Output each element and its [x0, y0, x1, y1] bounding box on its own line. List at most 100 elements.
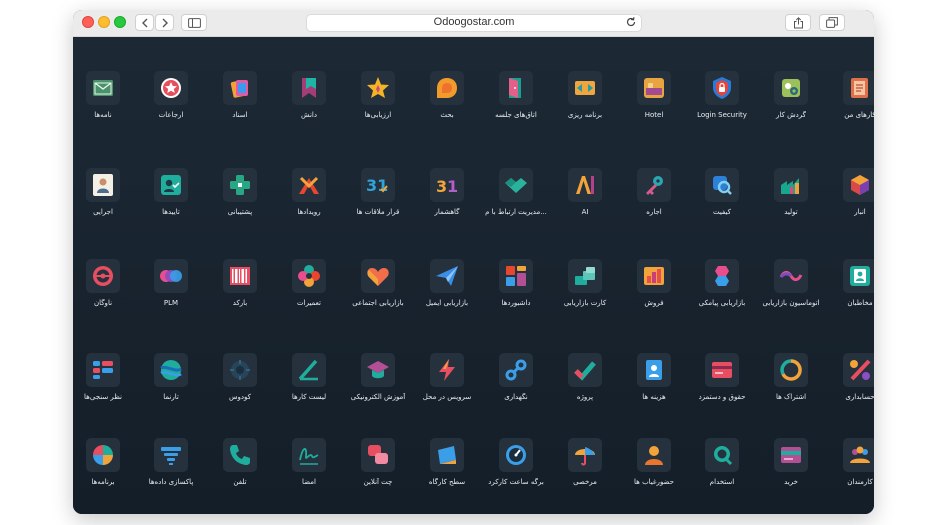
zoom-window-button[interactable] [114, 16, 126, 28]
app-tile-live-chat[interactable] [361, 438, 395, 472]
app-label[interactable]: آموزش الکترونیکی [340, 393, 416, 401]
app-label[interactable]: اتوماسیون بازاریابی [753, 299, 829, 307]
app-tile-payroll-card[interactable] [705, 353, 739, 387]
app-label[interactable]: کارهای من [822, 111, 874, 119]
app-tile-documents[interactable] [223, 71, 257, 105]
app-label[interactable]: مدیریت ارتباط با م... [478, 208, 554, 216]
app-tile-barcode[interactable] [223, 259, 257, 293]
app-label[interactable]: کودوس [202, 393, 278, 401]
app-label[interactable]: امضا [271, 478, 347, 486]
app-label[interactable]: سطح کارگاه [409, 478, 485, 486]
app-tile-email-paper-plane[interactable] [430, 259, 464, 293]
app-tile-employees-group[interactable] [843, 438, 874, 472]
app-tile-elearning-cap[interactable] [361, 353, 395, 387]
app-tile-website-globe[interactable] [154, 353, 188, 387]
app-tile-social-heart[interactable] [361, 259, 395, 293]
app-tile-dashboard-grid[interactable] [499, 259, 533, 293]
app-tile-fleet-steering-wheel[interactable] [86, 259, 120, 293]
app-tile-workflow-gear[interactable] [774, 71, 808, 105]
app-label[interactable]: پروژه [547, 393, 623, 401]
app-tile-crm-handshake[interactable] [499, 168, 533, 202]
app-label[interactable]: کارت بازاریابی [547, 299, 623, 307]
address-bar[interactable]: Odoogostar.com [306, 14, 642, 32]
app-label[interactable]: PLM [133, 299, 209, 307]
app-tile-discuss-bubble[interactable] [430, 71, 464, 105]
app-label[interactable]: AI [547, 208, 623, 216]
share-button[interactable] [785, 14, 811, 31]
app-tile-contacts-card[interactable] [843, 259, 874, 293]
app-tile-inventory-cube[interactable] [843, 168, 874, 202]
app-label[interactable]: قرار ملاقات ها [340, 208, 416, 216]
app-label[interactable]: ناوگان [73, 299, 141, 307]
app-label[interactable]: تولید [753, 208, 829, 216]
app-label[interactable]: بحث [409, 111, 485, 119]
app-tile-timesheet-gauge[interactable] [499, 438, 533, 472]
app-label[interactable]: اتاق‌های جلسه [478, 111, 554, 119]
app-tile-surveys-list[interactable] [86, 353, 120, 387]
app-label[interactable]: لیست کارها [271, 393, 347, 401]
app-label[interactable]: اجاره [616, 208, 692, 216]
app-label[interactable]: بارکد [202, 299, 278, 307]
app-label[interactable]: تعمیرات [271, 299, 347, 307]
app-tile-appointment-calendar-check[interactable]: 31 [361, 168, 395, 202]
app-label[interactable]: مرخصی [547, 478, 623, 486]
app-tile-marketing-card[interactable] [568, 259, 602, 293]
app-tile-purchase-card[interactable] [774, 438, 808, 472]
app-tile-referral-star-badge[interactable] [154, 71, 188, 105]
app-label[interactable]: بازاریابی اجتماعی [340, 299, 416, 307]
app-label[interactable]: بازاریابی پیامکی [684, 299, 760, 307]
app-tile-kudos-gear[interactable] [223, 353, 257, 387]
back-button[interactable] [135, 14, 154, 31]
app-tile-sms-marketing[interactable] [705, 259, 739, 293]
reload-icon[interactable] [625, 16, 637, 28]
app-tile-apps-pie[interactable] [86, 438, 120, 472]
sidebar-toggle-button[interactable] [181, 14, 207, 31]
app-tile-mail-envelope[interactable] [86, 71, 120, 105]
app-label[interactable]: فروش [616, 299, 692, 307]
app-label[interactable]: تارنما [133, 393, 209, 401]
app-tile-notebook-pen[interactable] [843, 71, 874, 105]
app-tile-plm-circles[interactable] [154, 259, 188, 293]
app-label[interactable]: مخاطبان [822, 299, 874, 307]
app-label[interactable]: رویدادها [271, 208, 347, 216]
app-tile-manufacturing-factory[interactable] [774, 168, 808, 202]
app-tile-sales-bars[interactable] [637, 259, 671, 293]
app-tile-recruitment-search[interactable] [705, 438, 739, 472]
app-label[interactable]: چت آنلاین [340, 478, 416, 486]
app-label[interactable]: ارجاعات [133, 111, 209, 119]
app-tile-accounting-percent[interactable] [843, 353, 874, 387]
app-tile-executive-photo[interactable] [86, 168, 120, 202]
app-tile-knowledge-bookmark[interactable] [292, 71, 326, 105]
app-label[interactable]: انبار [822, 208, 874, 216]
app-tile-field-service-bolt[interactable] [430, 353, 464, 387]
app-label[interactable]: سرویس در محل [409, 393, 485, 401]
app-tile-sign-signature[interactable] [292, 438, 326, 472]
app-tile-data-cleaning-funnel[interactable] [154, 438, 188, 472]
app-label[interactable]: داشبوردها [478, 299, 554, 307]
app-tile-ai-letters[interactable] [568, 168, 602, 202]
app-tile-maintenance-wrench[interactable] [499, 353, 533, 387]
app-label[interactable]: برگه ساعت کارکرد [478, 478, 554, 486]
app-label[interactable]: برنامه‌ها [73, 478, 141, 486]
app-label[interactable]: پشتیبانی [202, 208, 278, 216]
tabs-overview-button[interactable] [819, 14, 845, 31]
app-label[interactable]: اجرایی [73, 208, 141, 216]
app-label[interactable]: تلفن [202, 478, 278, 486]
app-label[interactable]: حضورغیاب ها [616, 478, 692, 486]
app-label[interactable]: اسناد [202, 111, 278, 119]
app-label[interactable]: گردش کار [753, 111, 829, 119]
app-tile-quality-magnifier[interactable] [705, 168, 739, 202]
app-tile-meeting-room-door[interactable] [499, 71, 533, 105]
app-label[interactable]: تاییدها [133, 208, 209, 216]
app-tile-planning-arrows[interactable] [568, 71, 602, 105]
app-label[interactable]: گاهشمار [409, 208, 485, 216]
app-label[interactable]: حسابداری [822, 393, 874, 401]
app-label[interactable]: پاکسازی داده‌ها [133, 478, 209, 486]
forward-button[interactable] [155, 14, 174, 31]
app-tile-time-off-umbrella[interactable] [568, 438, 602, 472]
app-tile-subscriptions-cycle[interactable] [774, 353, 808, 387]
app-tile-repairs-flower[interactable] [292, 259, 326, 293]
app-tile-rental-key[interactable] [637, 168, 671, 202]
app-label[interactable]: نگهداری [478, 393, 554, 401]
app-tile-expenses-receipt[interactable] [637, 353, 671, 387]
